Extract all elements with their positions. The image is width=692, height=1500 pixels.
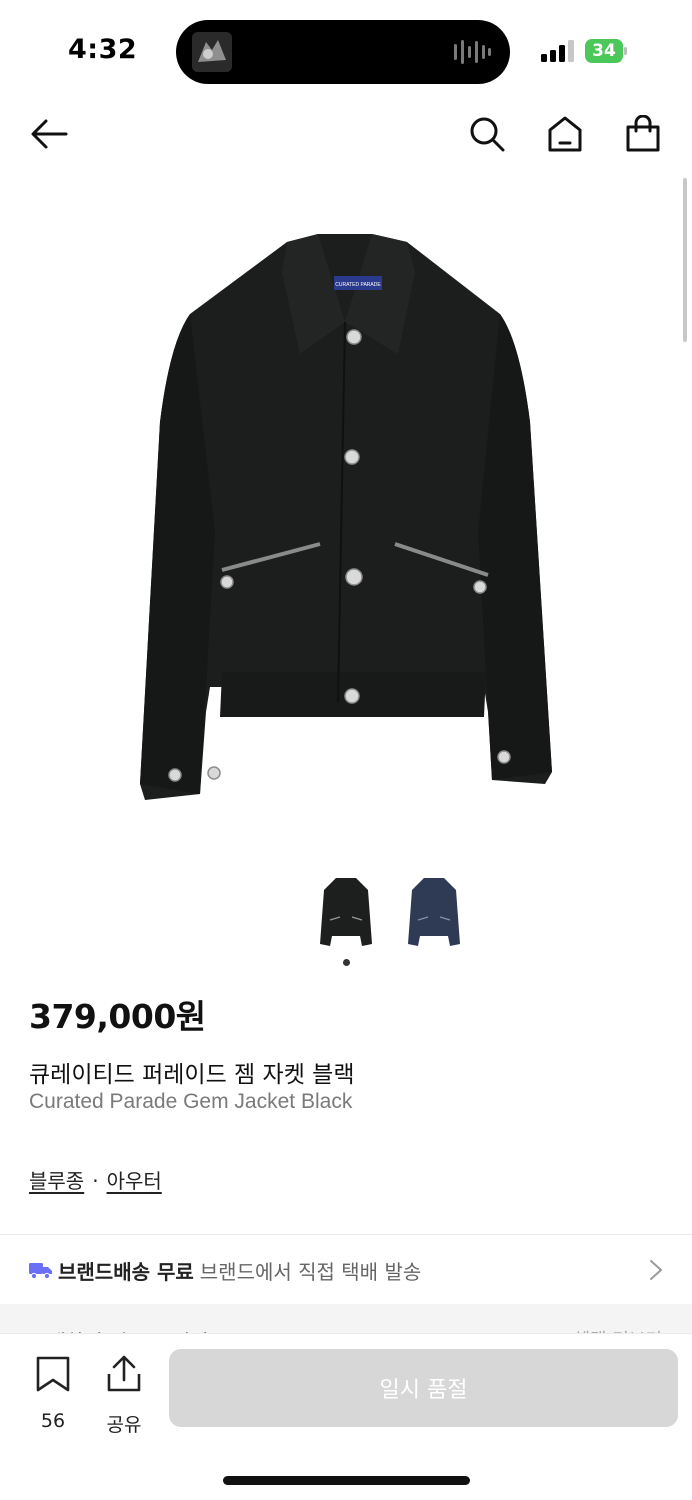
bookmark-button[interactable]: 56	[30, 1354, 76, 1434]
bookmark-count: 56	[40, 1410, 66, 1432]
home-icon	[548, 116, 582, 152]
cart-button[interactable]	[621, 112, 665, 156]
brand-label-text: CURATED PARADE	[335, 282, 381, 288]
thumbnail-navy[interactable]	[404, 872, 464, 952]
truck-icon	[29, 1263, 52, 1280]
category-link-outer[interactable]: 아우터	[107, 1169, 162, 1193]
home-button[interactable]	[543, 112, 587, 156]
cellular-signal-icon	[541, 40, 574, 62]
arrow-left-icon	[31, 119, 68, 149]
bookmark-icon	[36, 1356, 70, 1392]
status-time: 4:32	[68, 34, 138, 65]
breadcrumb-separator: ·	[92, 1169, 99, 1193]
shopping-bag-icon	[626, 115, 660, 152]
color-thumbnails	[0, 872, 692, 952]
share-icon	[107, 1355, 141, 1392]
section-divider	[0, 1234, 692, 1235]
battery-icon: 34	[585, 39, 629, 63]
thumbnail-black[interactable]	[316, 872, 376, 952]
delivery-subtitle: 브랜드에서 직접 택배 발송	[199, 1260, 422, 1284]
category-link-blouson[interactable]: 블루종	[29, 1169, 84, 1193]
delivery-text: 브랜드배송 무료 브랜드에서 직접 택배 발송	[58, 1256, 421, 1285]
search-icon	[470, 117, 505, 152]
status-bar: 4:32 34	[0, 0, 692, 100]
top-nav	[0, 100, 692, 170]
breadcrumb: 블루종 · 아우터	[29, 1165, 162, 1194]
product-price: 379,000원	[29, 997, 206, 1036]
search-button[interactable]	[465, 112, 509, 156]
home-indicator[interactable]	[223, 1476, 470, 1485]
delivery-title: 브랜드배송 무료	[58, 1260, 194, 1284]
battery-level: 34	[592, 41, 616, 61]
share-label: 공유	[106, 1414, 142, 1436]
product-image[interactable]: CURATED PARADE	[0, 172, 692, 852]
share-button[interactable]: 공유	[100, 1354, 148, 1436]
product-name-korean: 큐레이티드 퍼레이드 젬 자켓 블랙	[29, 1062, 355, 1088]
image-scroll-indicator	[683, 178, 687, 342]
chevron-right-icon	[650, 1260, 662, 1280]
delivery-info-row[interactable]: 브랜드배송 무료 브랜드에서 직접 택배 발송	[0, 1236, 692, 1304]
product-name-english: Curated Parade Gem Jacket Black	[29, 1090, 353, 1113]
back-button[interactable]	[27, 112, 71, 156]
thumbnail-page-dot	[343, 959, 350, 966]
sold-out-button[interactable]: 일시 품절	[169, 1349, 678, 1427]
audio-waveform-icon	[454, 40, 491, 64]
dynamic-island[interactable]	[176, 20, 510, 84]
bottom-action-bar: 56 공유 일시 품절	[0, 1333, 692, 1500]
now-playing-artwork	[192, 32, 232, 72]
